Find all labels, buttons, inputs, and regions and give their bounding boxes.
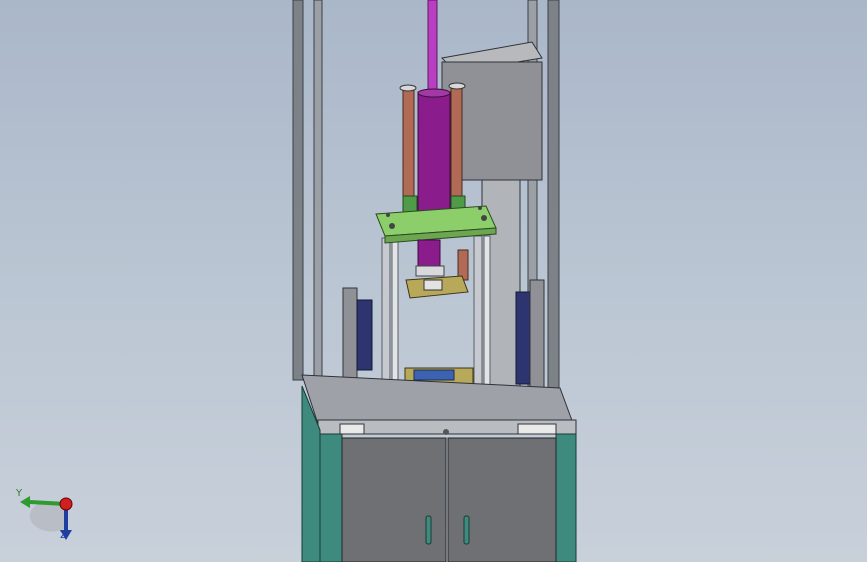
cylinder-rod — [427, 0, 438, 96]
coordinate-triad-icon: Y Z — [10, 484, 80, 546]
cylinder-body — [417, 88, 451, 221]
triad-z-label: Z — [60, 530, 67, 541]
machine-3d-model[interactable] — [0, 0, 867, 562]
triad-y-label: Y — [16, 488, 23, 499]
graphics-viewport[interactable]: Y Z — [0, 0, 867, 562]
punch-head — [405, 239, 469, 299]
